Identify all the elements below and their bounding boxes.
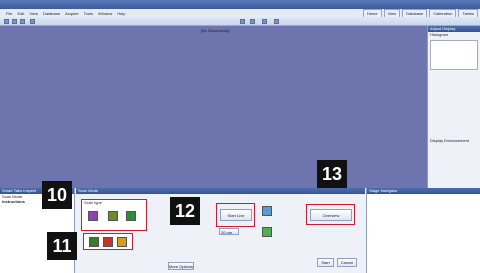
menu-tools[interactable]: Tools: [84, 11, 93, 16]
scan-type-icon[interactable]: [88, 211, 98, 221]
scan-type-group: Scan type: [81, 199, 147, 231]
histogram: [430, 40, 478, 70]
tool-icon[interactable]: [274, 19, 279, 24]
mode-icon-group: [83, 233, 133, 250]
display-enhancement-label: Display Enhancement: [430, 138, 469, 143]
stage-navigator-pane: Stage Navigator: [366, 188, 480, 273]
menu-edit[interactable]: Edit: [17, 11, 24, 16]
menu-database[interactable]: Database: [43, 11, 60, 16]
cancel-button[interactable]: Cancel: [337, 258, 357, 267]
camera-icon[interactable]: [262, 206, 272, 216]
tool-icon[interactable]: [4, 19, 9, 24]
tool-icon[interactable]: [20, 19, 25, 24]
scan-type-icon[interactable]: [126, 211, 136, 221]
histogram-label: Histogram: [430, 32, 449, 37]
tool-icon[interactable]: [250, 19, 255, 24]
menu-help[interactable]: Help: [117, 11, 125, 16]
image-viewport[interactable]: [0, 26, 427, 190]
tool-icon[interactable]: [262, 19, 267, 24]
adjust-display-panel: Adjust Display Histogram Display Enhance…: [427, 26, 480, 190]
scan-mode-header: Scan Mode: [76, 188, 365, 194]
menu-window[interactable]: Window: [98, 11, 112, 16]
callout-10: 10: [42, 181, 72, 209]
menu-acquire[interactable]: Acquire: [65, 11, 79, 16]
tool-icon[interactable]: [12, 19, 17, 24]
overview-group: Overview: [306, 204, 355, 225]
nav-header: Stage Navigator: [367, 188, 480, 194]
scan-type-icon[interactable]: [108, 211, 118, 221]
scan-type-label: Scan type: [84, 200, 102, 205]
tool-icon[interactable]: [240, 19, 245, 24]
menu-file[interactable]: File: [6, 11, 12, 16]
zoom-select[interactable]: 20 nm: [219, 228, 239, 235]
callout-13: 13: [317, 160, 347, 188]
start-button[interactable]: Start: [317, 258, 334, 267]
start-live-button[interactable]: Start Live: [220, 209, 252, 221]
mode-icon[interactable]: [117, 237, 127, 247]
plus-icon[interactable]: [262, 227, 272, 237]
callout-12: 12: [170, 197, 200, 225]
mode-icon[interactable]: [103, 237, 113, 247]
toolbar: [0, 17, 480, 26]
menu-view[interactable]: View: [29, 11, 38, 16]
callout-11: 11: [47, 232, 77, 260]
title-bar: [0, 0, 480, 9]
more-options-button[interactable]: More Options: [168, 262, 194, 270]
start-live-group: Start Live: [216, 203, 255, 227]
tool-icon[interactable]: [30, 19, 35, 24]
viewport-title: [No Documents]: [200, 28, 230, 33]
mode-icon[interactable]: [89, 237, 99, 247]
overview-button[interactable]: Overview: [310, 209, 352, 221]
